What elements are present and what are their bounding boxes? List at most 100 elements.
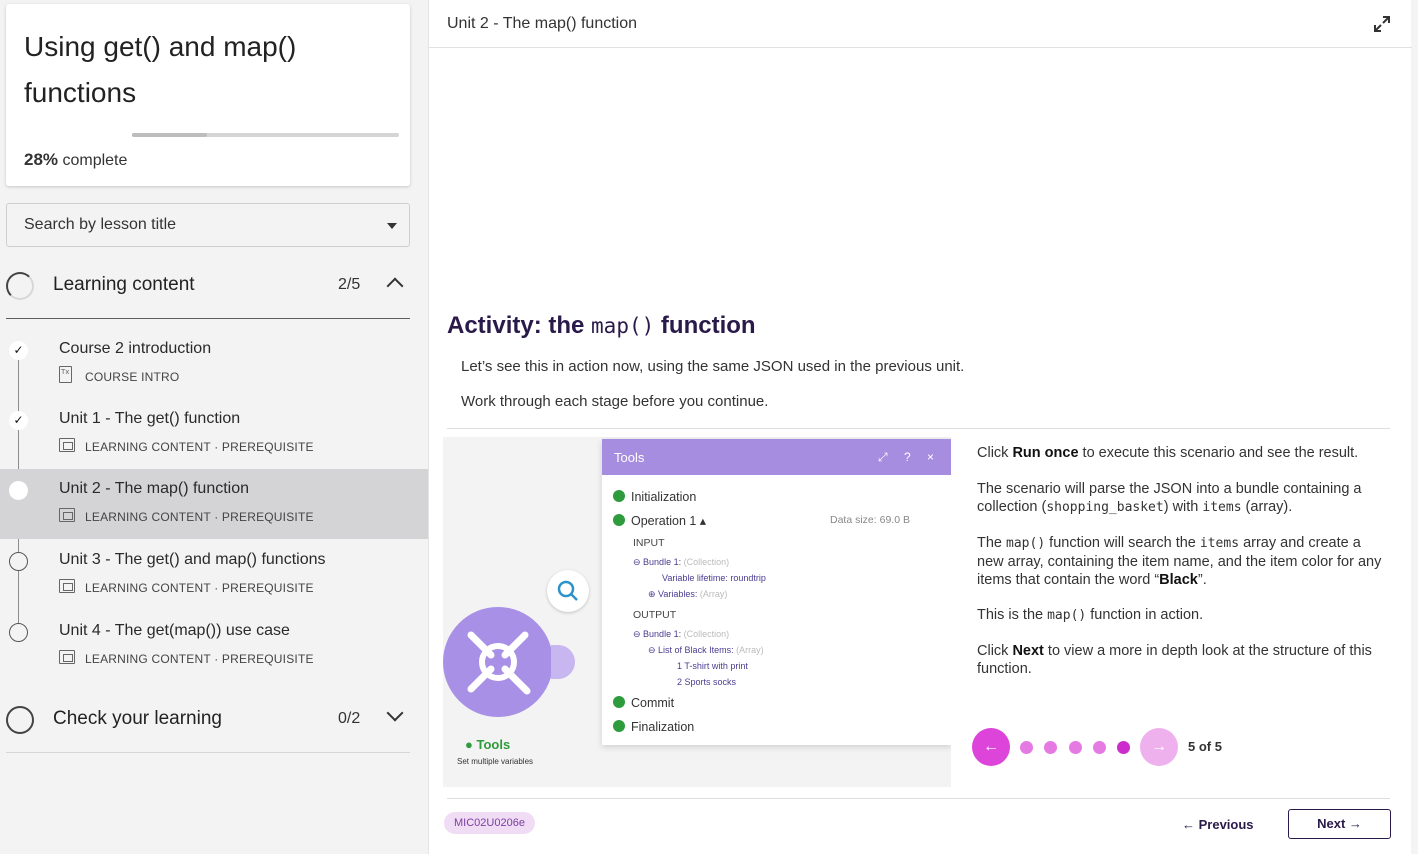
bundle-label: Bundle 1: — [643, 557, 682, 567]
stage-initialization: Initialization — [613, 490, 696, 504]
lesson-item-unit-2[interactable]: Unit 2 - The map() function LEARNING CON… — [0, 469, 428, 539]
stage-label: Operation 1 — [631, 514, 697, 528]
module-name-text: Tools — [476, 737, 511, 752]
progress-bar — [132, 133, 399, 137]
step-text: This is the map() function in action. — [977, 607, 1204, 623]
progress-percent: 28% — [24, 150, 59, 169]
search-icon — [547, 570, 589, 612]
panel-title: Tools — [614, 450, 645, 465]
divider — [447, 428, 1390, 429]
list-label: List of Black Items: — [658, 645, 734, 655]
divider — [447, 798, 1390, 799]
tools-module-icon — [443, 607, 575, 717]
stage-label: Initialization — [631, 490, 697, 504]
panel-header: Tools ⤢ ? × — [602, 439, 951, 475]
presentation-icon — [59, 579, 75, 593]
bundle-input: ⊖ Bundle 1: (Collection) — [633, 557, 730, 567]
presentation-icon — [59, 438, 75, 452]
bundle-output: ⊖ Bundle 1: (Collection) — [633, 629, 730, 639]
check-icon — [613, 514, 625, 526]
wrench-screwdriver-icon — [467, 631, 531, 695]
step-text: The scenario will parse the JSON into a … — [977, 481, 1362, 515]
next-button[interactable]: Next → — [1288, 809, 1391, 839]
activity-title-code: map() — [591, 314, 655, 338]
pager-dot[interactable] — [1093, 741, 1106, 754]
content-header: Unit 2 - The map() function — [429, 0, 1412, 48]
stage-finalization: Finalization — [613, 720, 694, 734]
close-icon: × — [927, 450, 935, 464]
stage-label: Finalization — [631, 720, 695, 734]
intro-paragraph: Work through each stage before you conti… — [461, 393, 769, 410]
pager-dot-active[interactable] — [1117, 741, 1130, 754]
incomplete-dot — [9, 623, 28, 642]
lesson-item-course-intro[interactable]: ✓ Course 2 introduction Tx COURSE INTRO — [0, 329, 428, 399]
tools-output-panel: Tools ⤢ ? × Initialization Operation 1 ▴… — [602, 439, 951, 745]
step-text: Click Next to view a more in depth look … — [977, 643, 1372, 677]
output-label: OUTPUT — [633, 609, 677, 621]
lesson-item-unit-1[interactable]: ✓ Unit 1 - The get() function LEARNING C… — [0, 399, 428, 469]
module-connector — [551, 645, 575, 679]
incomplete-dot — [9, 552, 28, 571]
variables-label: Variables: — [658, 589, 698, 599]
expand-icon[interactable] — [1372, 14, 1392, 34]
step-text: The map() function will search the items… — [977, 535, 1382, 588]
lesson-search-select[interactable]: Search by lesson title — [6, 203, 410, 247]
section-divider — [6, 318, 410, 319]
presentation-icon — [59, 650, 75, 664]
bundle-type: (Collection) — [683, 629, 730, 639]
document-icon: Tx — [59, 366, 72, 383]
fullscreen-icon: ⤢ — [878, 450, 888, 464]
chevron-up-icon — [386, 277, 404, 295]
chevron-down-icon — [387, 223, 397, 229]
lesson-item-unit-3[interactable]: Unit 3 - The get() and map() functions L… — [0, 540, 428, 610]
list-item: 2 Sports socks — [677, 677, 737, 687]
current-lesson-dot — [9, 481, 28, 500]
pager-prev-button[interactable]: ← — [972, 728, 1010, 766]
pager-dot[interactable] — [1069, 741, 1082, 754]
help-icon: ? — [904, 450, 911, 464]
pager-dot[interactable] — [1044, 741, 1057, 754]
lesson-meta: LEARNING CONTENT · PREREQUISITE — [85, 510, 314, 524]
progress-suffix: complete — [58, 152, 128, 169]
input-label: INPUT — [633, 537, 665, 549]
data-size: Data size: 69.0 B — [830, 514, 910, 526]
lesson-meta: LEARNING CONTENT · PREREQUISITE — [85, 652, 314, 666]
list-type: (Array) — [736, 645, 764, 655]
list-black-items: ⊖ List of Black Items: (Array) — [648, 645, 764, 655]
check-icon — [613, 490, 625, 502]
lesson-title: Course 2 introduction — [59, 340, 212, 357]
variable-lifetime: Variable lifetime: roundtrip — [662, 573, 766, 583]
search-placeholder: Search by lesson title — [24, 216, 177, 233]
previous-button[interactable]: ← Previous — [1182, 817, 1254, 832]
section-title: Learning content — [53, 274, 195, 295]
section-count: 0/2 — [338, 710, 361, 727]
lesson-title: Unit 4 - The get(map()) use case — [59, 622, 290, 639]
bundle-type: (Collection) — [683, 557, 730, 567]
lesson-title: Unit 3 - The get() and map() functions — [59, 551, 326, 568]
progress-fill — [132, 133, 207, 137]
section-learning-content[interactable]: Learning content 2/5 — [6, 263, 410, 313]
lesson-title: Unit 2 - The map() function — [59, 480, 250, 497]
pager-dot[interactable] — [1020, 741, 1033, 754]
section-divider — [6, 752, 410, 753]
section-title: Check your learning — [53, 708, 222, 729]
step-pager: ← → 5 of 5 — [972, 728, 1272, 766]
pager-count: 5 of 5 — [1188, 739, 1222, 754]
lesson-item-unit-4[interactable]: Unit 4 - The get(map()) use case LEARNIN… — [0, 611, 428, 681]
bundle-label: Bundle 1: — [643, 629, 682, 639]
variables: ⊕ Variables: (Array) — [648, 589, 728, 599]
pager-next-button[interactable]: → — [1140, 728, 1178, 766]
section-check-your-learning[interactable]: Check your learning 0/2 — [6, 697, 410, 747]
module-name: ● Tools — [465, 737, 511, 752]
stage-operation: Operation 1 ▴ — [613, 513, 706, 528]
unit-title: Unit 2 - The map() function — [447, 15, 638, 32]
variables-type: (Array) — [699, 589, 728, 599]
presentation-icon — [59, 508, 75, 522]
activity-title-prefix: Activity: the — [447, 312, 592, 339]
lesson-meta: LEARNING CONTENT · PREREQUISITE — [85, 581, 314, 595]
progress-text: 28% complete — [24, 150, 127, 170]
scenario-screenshot: ● Tools Set multiple variables Tools ⤢ ?… — [443, 437, 951, 787]
empty-ring-icon — [6, 706, 34, 734]
activity-title: Activity: the map() function — [447, 312, 756, 340]
list-item: 1 T-shirt with print — [677, 661, 748, 671]
